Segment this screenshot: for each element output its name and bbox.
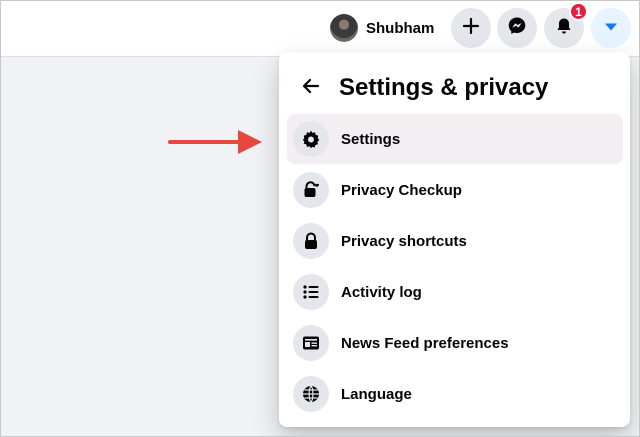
avatar — [330, 14, 358, 42]
menu-item-label: Settings — [341, 130, 401, 148]
menu-item-settings[interactable]: Settings — [287, 114, 623, 164]
menu-item-privacy-shortcuts[interactable]: Privacy shortcuts — [287, 216, 623, 266]
list-icon — [293, 274, 329, 310]
menu-item-label: Privacy shortcuts — [341, 232, 467, 250]
news-feed-icon — [293, 325, 329, 361]
settings-privacy-panel: Settings & privacy Settings Privacy Chec… — [279, 52, 630, 427]
notifications-button[interactable]: 1 — [544, 2, 588, 48]
settings-menu: Settings Privacy Checkup Privacy shortcu… — [287, 114, 623, 420]
menu-item-label: Language — [341, 385, 412, 403]
gear-icon — [293, 121, 329, 157]
menu-item-label: Activity log — [341, 283, 422, 301]
menu-item-activity-log[interactable]: Activity log — [287, 267, 623, 317]
menu-item-label: Privacy Checkup — [341, 181, 462, 199]
menu-item-language[interactable]: Language — [287, 369, 623, 419]
profile-name: Shubham — [366, 19, 435, 37]
notification-badge: 1 — [569, 2, 588, 21]
annotation-arrow — [168, 130, 262, 154]
panel-title: Settings & privacy — [339, 74, 549, 101]
bell-icon — [555, 17, 573, 40]
create-button[interactable] — [451, 8, 491, 48]
menu-item-label: News Feed preferences — [341, 334, 509, 352]
messenger-icon — [507, 16, 527, 41]
menu-item-privacy-checkup[interactable]: Privacy Checkup — [287, 165, 623, 215]
profile-button[interactable]: Shubham — [326, 10, 446, 46]
account-menu-button[interactable] — [591, 8, 631, 48]
menu-item-news-feed-preferences[interactable]: News Feed preferences — [287, 318, 623, 368]
plus-icon — [462, 17, 480, 40]
messenger-button[interactable] — [497, 8, 537, 48]
lock-icon — [293, 223, 329, 259]
panel-header: Settings & privacy — [279, 66, 630, 110]
globe-icon — [293, 376, 329, 412]
caret-down-icon — [604, 19, 618, 37]
back-arrow-icon — [302, 78, 320, 99]
top-bar: Shubham 1 — [0, 0, 640, 57]
back-button[interactable] — [293, 70, 329, 106]
lock-heart-icon — [293, 172, 329, 208]
